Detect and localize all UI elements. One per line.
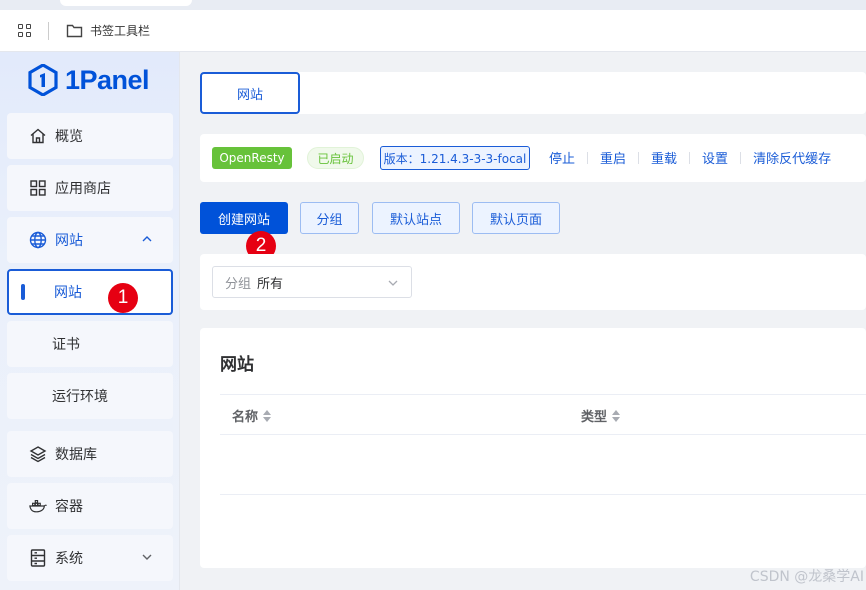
websites-table-card: 网站 名称 类型 xyxy=(200,328,866,568)
chevron-down-icon xyxy=(388,280,398,286)
sort-icon[interactable] xyxy=(263,409,272,422)
watermark: CSDN @龙桑学AI xyxy=(749,569,864,585)
tab-websites[interactable]: 网站 xyxy=(200,72,300,114)
group-filter-select[interactable]: 分组 所有 xyxy=(212,266,412,298)
column-header-label: 类型 xyxy=(581,410,608,425)
sidebar: 1Panel 概览 应用商店 网站 网站 1 证书 运行环境 数据库 容器 系统 xyxy=(0,52,180,590)
grid-icon[interactable] xyxy=(18,24,32,38)
select-value: 所有 xyxy=(257,276,284,292)
column-header-name[interactable]: 名称 xyxy=(232,406,272,425)
sidebar-subitem-certificates[interactable]: 证书 xyxy=(7,321,173,367)
status-badge: 已启动 xyxy=(307,147,364,169)
clear-proxy-cache-button[interactable]: 清除反代缓存 xyxy=(753,148,831,167)
sidebar-subitem-websites[interactable]: 网站 xyxy=(7,269,173,315)
globe-icon xyxy=(29,231,47,249)
create-website-button[interactable]: 创建网站 xyxy=(200,202,288,234)
divider xyxy=(689,151,691,164)
home-icon xyxy=(29,127,47,145)
bookmarks-separator xyxy=(48,22,49,40)
active-indicator xyxy=(21,284,25,300)
chevron-down-icon xyxy=(142,554,152,560)
table-title: 网站 xyxy=(220,355,254,375)
sidebar-item-label: 网站 xyxy=(55,233,83,249)
sidebar-subitem-label: 网站 xyxy=(54,285,82,301)
stop-button[interactable]: 停止 xyxy=(549,148,575,167)
callout-badge-1: 1 xyxy=(108,283,138,313)
sort-icon[interactable] xyxy=(612,409,621,422)
sidebar-subitem-label: 运行环境 xyxy=(52,389,108,405)
tabs-bar: 网站 xyxy=(200,72,866,114)
browser-tab[interactable] xyxy=(60,0,192,6)
default-page-button[interactable]: 默认页面 xyxy=(472,202,560,234)
logo[interactable]: 1Panel xyxy=(28,62,150,98)
divider xyxy=(740,151,742,164)
divider xyxy=(638,151,640,164)
sidebar-item-system[interactable]: 系统 xyxy=(7,535,173,581)
sidebar-item-containers[interactable]: 容器 xyxy=(7,483,173,529)
docker-icon xyxy=(29,497,47,515)
1panel-logo-icon xyxy=(28,64,58,96)
column-header-type[interactable]: 类型 xyxy=(581,406,621,425)
logo-text: 1Panel xyxy=(65,64,150,95)
group-button[interactable]: 分组 xyxy=(300,202,359,234)
settings-button[interactable]: 设置 xyxy=(702,148,728,167)
sidebar-item-label: 数据库 xyxy=(55,447,97,463)
folder-icon xyxy=(66,24,83,38)
layers-icon xyxy=(29,445,47,463)
server-icon xyxy=(29,549,47,567)
sidebar-item-label: 概览 xyxy=(55,129,83,145)
chevron-up-icon xyxy=(142,236,152,242)
bookmarks-bar: 书签工具栏 xyxy=(0,10,866,52)
select-prefix: 分组 xyxy=(225,276,252,292)
apps-icon xyxy=(29,179,47,197)
version-tag: 版本：1.21.4.3-3-3-focal xyxy=(380,146,530,170)
sidebar-subitem-label: 证书 xyxy=(52,337,80,353)
restart-button[interactable]: 重启 xyxy=(600,148,626,167)
status-actions: 停止 重启 重载 设置 清除反代缓存 xyxy=(549,148,831,167)
browser-tab-strip xyxy=(0,0,866,10)
sidebar-item-label: 系统 xyxy=(55,551,83,567)
table-header: 名称 类型 xyxy=(220,394,866,435)
reload-button[interactable]: 重载 xyxy=(651,148,677,167)
table-empty-body xyxy=(220,435,866,495)
sidebar-item-app-store[interactable]: 应用商店 xyxy=(7,165,173,211)
sidebar-item-websites[interactable]: 网站 xyxy=(7,217,173,263)
bookmarks-folder-label[interactable]: 书签工具栏 xyxy=(90,22,150,40)
default-site-button[interactable]: 默认站点 xyxy=(372,202,460,234)
openresty-status-bar: OpenResty 已启动 版本：1.21.4.3-3-3-focal 停止 重… xyxy=(200,134,866,182)
divider xyxy=(587,151,589,164)
sidebar-subitem-runtime[interactable]: 运行环境 xyxy=(7,373,173,419)
sidebar-item-label: 容器 xyxy=(55,499,83,515)
sidebar-item-databases[interactable]: 数据库 xyxy=(7,431,173,477)
sidebar-item-overview[interactable]: 概览 xyxy=(7,113,173,159)
app-name-tag: OpenResty xyxy=(212,147,292,169)
column-header-label: 名称 xyxy=(232,410,259,425)
sidebar-item-label: 应用商店 xyxy=(55,181,111,197)
filter-bar: 分组 所有 xyxy=(200,254,866,310)
